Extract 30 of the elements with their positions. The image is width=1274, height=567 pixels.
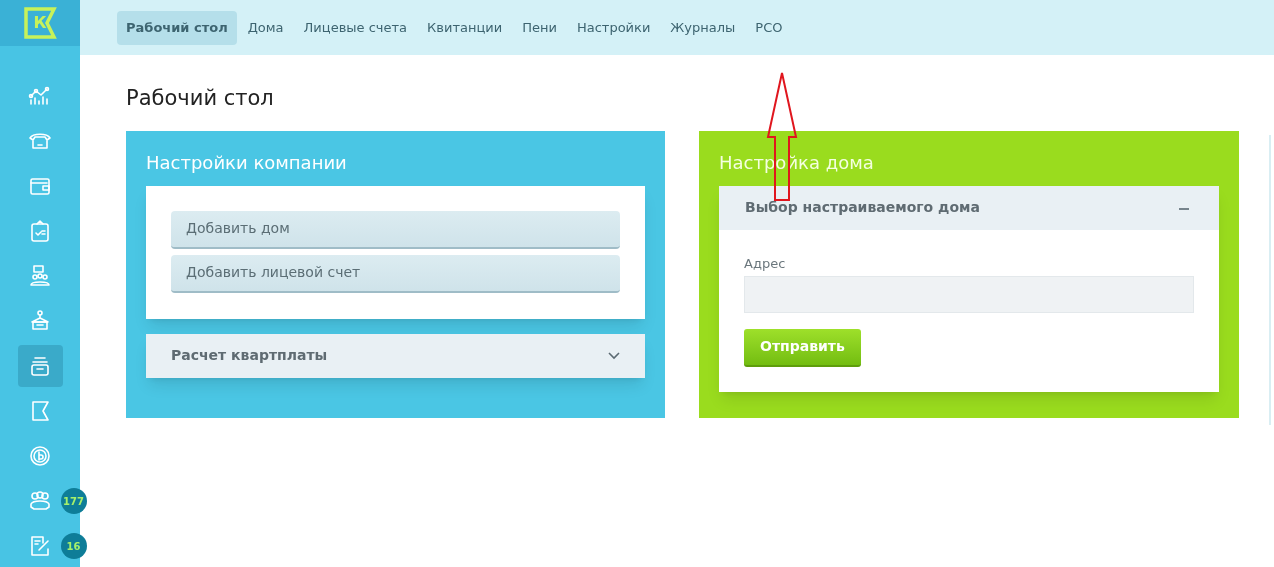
nav-tab[interactable]: РСО <box>746 10 792 45</box>
page-title: Рабочий стол <box>126 85 275 112</box>
nav-tab[interactable]: Дома <box>238 10 293 45</box>
accordion-title: Расчет квартплаты <box>171 346 328 365</box>
sidebar-item[interactable] <box>17 345 63 387</box>
nav-tab[interactable]: Настройки <box>567 10 660 45</box>
edit-icon <box>28 534 52 558</box>
address-field[interactable] <box>744 275 1194 313</box>
archive-icon <box>28 354 52 378</box>
nav-tab[interactable]: Пени <box>513 10 566 45</box>
nav-tab[interactable]: Рабочий стол <box>117 10 237 45</box>
card-title: Настройки компании <box>146 150 348 175</box>
count-badge: 177 <box>60 488 87 514</box>
field-label: Адрес <box>744 254 787 273</box>
group-icon <box>28 489 52 513</box>
coin-icon <box>28 444 52 468</box>
nav-tab[interactable]: Лицевые счета <box>294 10 417 45</box>
count-badge: 16 <box>60 533 87 559</box>
accordion-header[interactable]: Расчет квартплаты <box>146 333 645 378</box>
panel-header[interactable]: Выбор настраиваемого дома <box>719 185 1219 230</box>
action-button[interactable]: Добавить дом <box>171 210 620 249</box>
clipboard-icon <box>28 219 52 243</box>
chart-icon <box>28 84 52 108</box>
panel-title: Выбор настраиваемого дома <box>745 198 980 217</box>
collapse-icon <box>1179 205 1189 210</box>
chevron-down-icon <box>608 351 620 360</box>
action-button[interactable]: Добавить лицевой счет <box>171 254 620 293</box>
nav-tab[interactable]: Квитанции <box>418 10 512 45</box>
people-icon <box>28 264 52 288</box>
nav-tab[interactable]: Журналы <box>661 10 745 45</box>
